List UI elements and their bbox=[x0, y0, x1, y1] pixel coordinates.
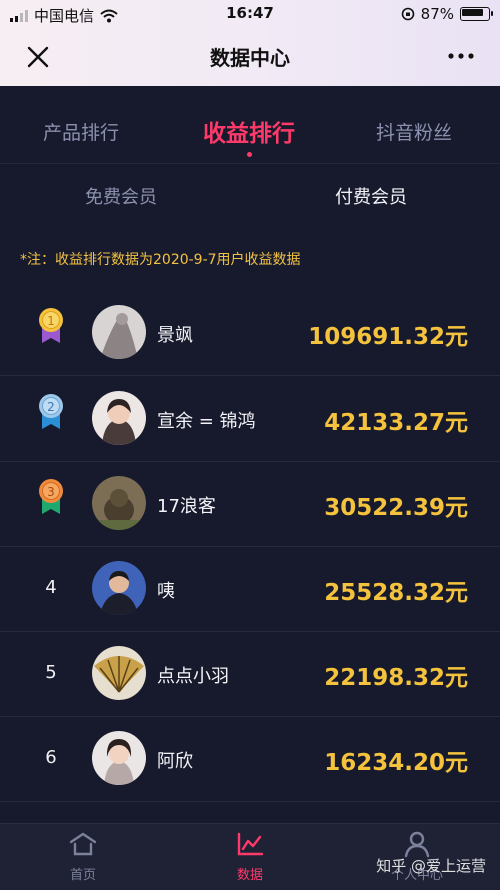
ranking-row[interactable]: 2 宣余 = 锦鸿 42133.27元 bbox=[0, 376, 500, 462]
user-name: 17浪客 bbox=[157, 496, 216, 517]
tabbar-data[interactable]: 数据 bbox=[210, 830, 290, 883]
battery-percent: 87% bbox=[420, 5, 454, 23]
data-note: *注：收益排行数据为2020-9-7用户收益数据 bbox=[20, 252, 301, 268]
user-name: 咦 bbox=[157, 581, 175, 602]
chart-icon bbox=[237, 832, 264, 856]
rank-number: 6 bbox=[45, 747, 57, 768]
rank-number: 5 bbox=[45, 662, 57, 683]
avatar bbox=[92, 476, 146, 530]
avatar bbox=[92, 391, 146, 445]
ranking-row[interactable]: 6 阿欣 16234.20元 bbox=[0, 716, 500, 802]
active-tab-indicator bbox=[247, 152, 252, 157]
main-tabs: 产品排行 收益排行 抖音粉丝 bbox=[0, 100, 500, 160]
gold-medal-icon: 1 bbox=[39, 308, 63, 343]
top-header: 中国电信 16:47 87% 数据中心 bbox=[0, 0, 500, 86]
page-title: 数据中心 bbox=[210, 46, 290, 70]
tabbar-label: 首页 bbox=[69, 868, 96, 883]
earnings-amount: 22198.32元 bbox=[324, 665, 468, 691]
user-name: 宣余 = 锦鸿 bbox=[157, 411, 256, 432]
rank-number: 4 bbox=[45, 577, 57, 598]
svg-text:2: 2 bbox=[47, 400, 55, 414]
ranking-row[interactable]: 4 咦 25528.32元 bbox=[0, 546, 500, 632]
ranking-row[interactable]: 5 点点小羽 22198.32元 bbox=[0, 631, 500, 717]
silver-medal-icon: 2 bbox=[39, 394, 63, 429]
tab-earnings-ranking[interactable]: 收益排行 bbox=[203, 114, 295, 148]
user-name: 景飒 bbox=[157, 325, 193, 346]
tab-douyin-fans[interactable]: 抖音粉丝 bbox=[376, 118, 452, 145]
avatar bbox=[92, 561, 146, 615]
earnings-amount: 25528.32元 bbox=[324, 580, 468, 606]
earnings-amount: 42133.27元 bbox=[324, 410, 468, 436]
bronze-medal-icon: 3 bbox=[39, 479, 63, 514]
more-icon[interactable] bbox=[446, 44, 476, 68]
tab-free-members[interactable]: 免费会员 bbox=[85, 183, 157, 209]
avatar bbox=[92, 731, 146, 785]
user-name: 点点小羽 bbox=[157, 666, 229, 687]
ranking-row[interactable]: 3 17浪客 30522.39元 bbox=[0, 461, 500, 547]
home-icon bbox=[69, 832, 97, 856]
tab-product-ranking[interactable]: 产品排行 bbox=[43, 118, 119, 145]
user-name: 阿欣 bbox=[157, 751, 193, 772]
ranking-row[interactable]: 1 景飒 109691.32元 bbox=[0, 290, 500, 376]
user-icon bbox=[404, 831, 430, 858]
earnings-amount: 16234.20元 bbox=[324, 750, 468, 776]
tab-paid-members[interactable]: 付费会员 bbox=[335, 183, 407, 209]
earnings-amount: 109691.32元 bbox=[308, 324, 468, 350]
nav-bar: 数据中心 bbox=[0, 28, 500, 86]
battery-icon bbox=[460, 7, 493, 21]
member-tabs: 免费会员 付费会员 bbox=[0, 180, 500, 214]
svg-text:1: 1 bbox=[47, 314, 55, 328]
earnings-amount: 30522.39元 bbox=[324, 495, 468, 521]
tabbar-home[interactable]: 首页 bbox=[43, 830, 123, 883]
divider bbox=[0, 163, 500, 164]
svg-text:3: 3 bbox=[47, 485, 55, 499]
tabbar-label: 数据 bbox=[236, 868, 263, 883]
rotation-lock-icon bbox=[401, 7, 414, 21]
avatar bbox=[92, 305, 146, 359]
status-bar: 中国电信 16:47 87% bbox=[0, 0, 500, 28]
watermark: 知乎 @爱上运营 bbox=[376, 857, 486, 875]
avatar bbox=[92, 646, 146, 700]
